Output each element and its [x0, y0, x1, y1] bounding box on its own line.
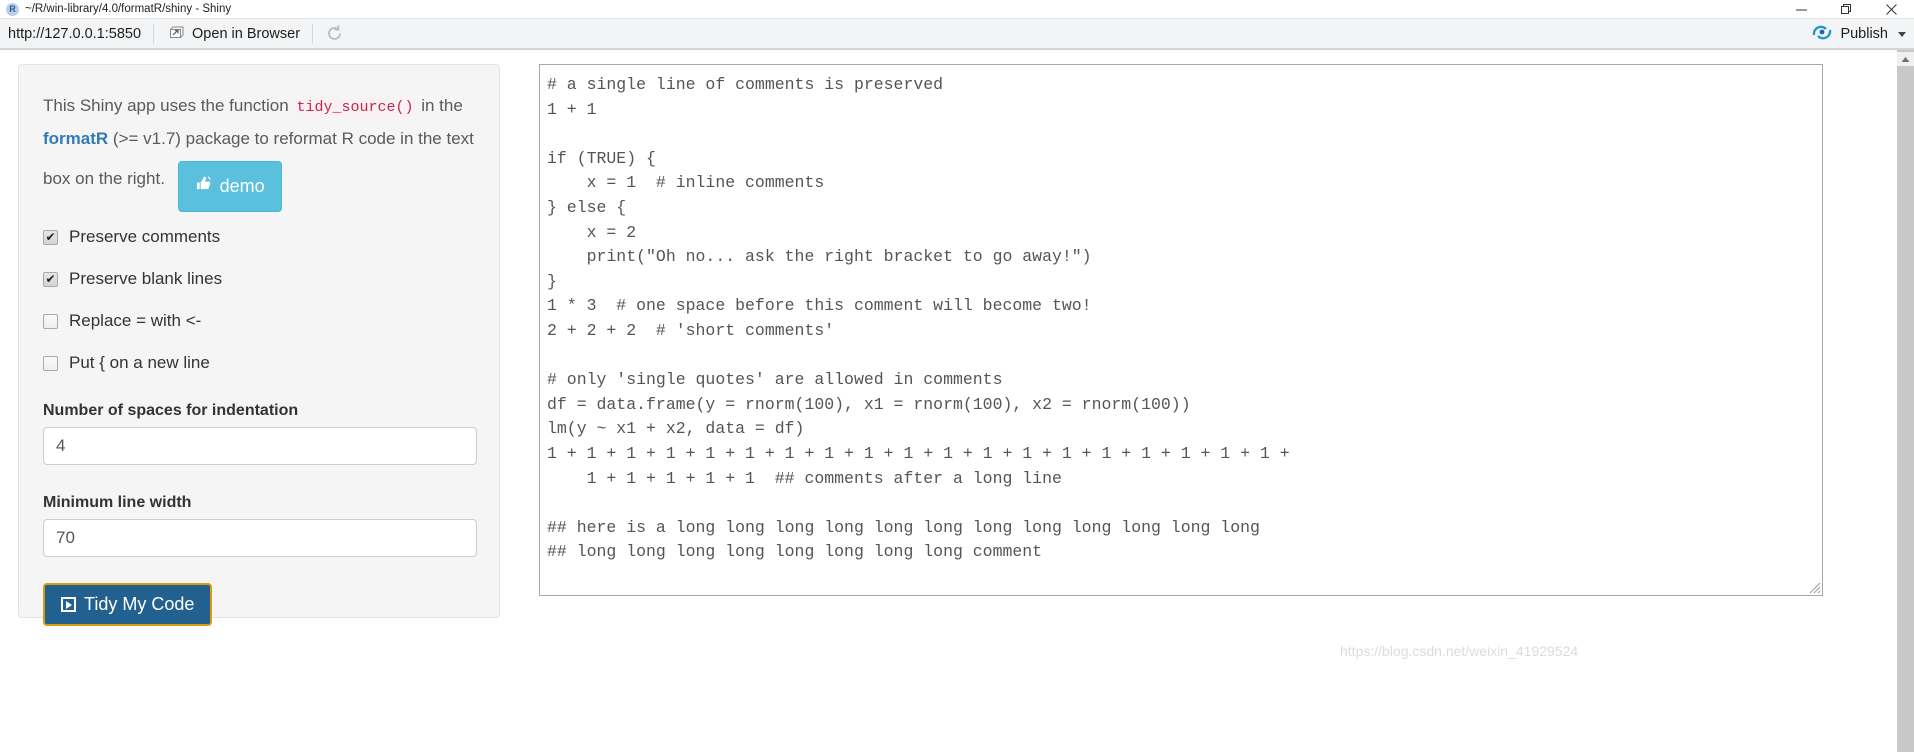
check-icon: ✔: [45, 229, 56, 244]
open-in-browser-icon: [166, 24, 185, 43]
close-button[interactable]: [1869, 0, 1914, 19]
intro-paragraph: This Shiny app uses the function tidy_so…: [43, 90, 475, 212]
checkbox-preserve-blank-lines-box[interactable]: ✔: [43, 271, 58, 287]
page-content: This Shiny app uses the function tidy_so…: [0, 50, 1880, 752]
open-in-browser-button[interactable]: Open in Browser: [154, 19, 312, 49]
publish-icon: [1812, 23, 1832, 46]
indent-spaces-label: Number of spaces for indentation: [43, 402, 299, 419]
minimize-button[interactable]: [1779, 0, 1824, 19]
watermark-text: https://blog.csdn.net/weixin_41929524: [1340, 643, 1579, 659]
r-logo-icon: R: [6, 2, 19, 16]
publish-button[interactable]: Publish: [1812, 19, 1906, 49]
checkbox-preserve-blank-lines-label: Preserve blank lines: [69, 269, 223, 288]
tidy-source-code-literal: tidy_source(): [293, 97, 417, 118]
checkbox-brace-new-line-box[interactable]: [43, 355, 58, 371]
play-icon: [61, 597, 76, 612]
checkbox-preserve-comments[interactable]: ✔ Preserve comments: [43, 227, 475, 247]
thumbs-up-icon: [195, 171, 212, 202]
window-title: ~/R/win-library/4.0/formatR/shiny - Shin…: [25, 3, 232, 15]
open-in-browser-label: Open in Browser: [192, 25, 301, 42]
chevron-down-icon[interactable]: [1898, 31, 1906, 37]
tidy-my-code-button[interactable]: Tidy My Code: [43, 583, 213, 626]
checkbox-preserve-comments-box[interactable]: ✔: [43, 229, 58, 245]
app-toolbar: http://127.0.0.1:5850 Open in Browser Pu…: [0, 19, 1914, 49]
code-textarea[interactable]: # a single line of comments is preserved…: [539, 64, 1823, 596]
address-label[interactable]: http://127.0.0.1:5850: [0, 26, 153, 42]
checkbox-replace-equals-box[interactable]: [43, 313, 58, 329]
demo-button-label: demo: [219, 176, 265, 196]
maximize-button[interactable]: [1824, 0, 1869, 19]
refresh-icon: [325, 24, 344, 43]
page-scrollbar[interactable]: [1897, 50, 1914, 752]
min-line-width-label: Minimum line width: [43, 494, 192, 511]
formatr-link[interactable]: formatR: [43, 129, 108, 148]
checkbox-preserve-comments-label: Preserve comments: [69, 227, 221, 246]
app-page: This Shiny app uses the function tidy_so…: [0, 49, 1914, 752]
demo-button[interactable]: demo: [177, 161, 282, 212]
checkbox-brace-new-line-label: Put { on a new line: [69, 353, 210, 372]
scrollbar-up-arrow-icon[interactable]: [1897, 52, 1914, 66]
code-content[interactable]: # a single line of comments is preserved…: [540, 65, 1822, 573]
min-line-width-input[interactable]: [43, 519, 477, 557]
intro-text-2: in the: [421, 96, 463, 115]
window-controls: [1779, 0, 1914, 19]
publish-label: Publish: [1840, 26, 1888, 42]
tidy-my-code-label: Tidy My Code: [84, 594, 195, 614]
window-titlebar: R ~/R/win-library/4.0/formatR/shiny - Sh…: [0, 0, 1914, 19]
intro-text-3: (>= v1.7) package to reformat R code in …: [112, 129, 442, 148]
checkbox-preserve-blank-lines[interactable]: ✔ Preserve blank lines: [43, 269, 475, 289]
checkbox-replace-equals-label: Replace = with <-: [69, 311, 202, 330]
checkbox-replace-equals[interactable]: Replace = with <-: [43, 311, 475, 331]
checkbox-brace-new-line[interactable]: Put { on a new line: [43, 353, 475, 373]
options-panel: This Shiny app uses the function tidy_so…: [18, 64, 500, 626]
intro-text-1: This Shiny app uses the function: [43, 96, 289, 115]
indent-spaces-input[interactable]: [43, 427, 477, 465]
resize-handle-icon[interactable]: [1807, 580, 1821, 594]
check-icon: ✔: [45, 271, 56, 286]
refresh-button[interactable]: [313, 19, 356, 49]
